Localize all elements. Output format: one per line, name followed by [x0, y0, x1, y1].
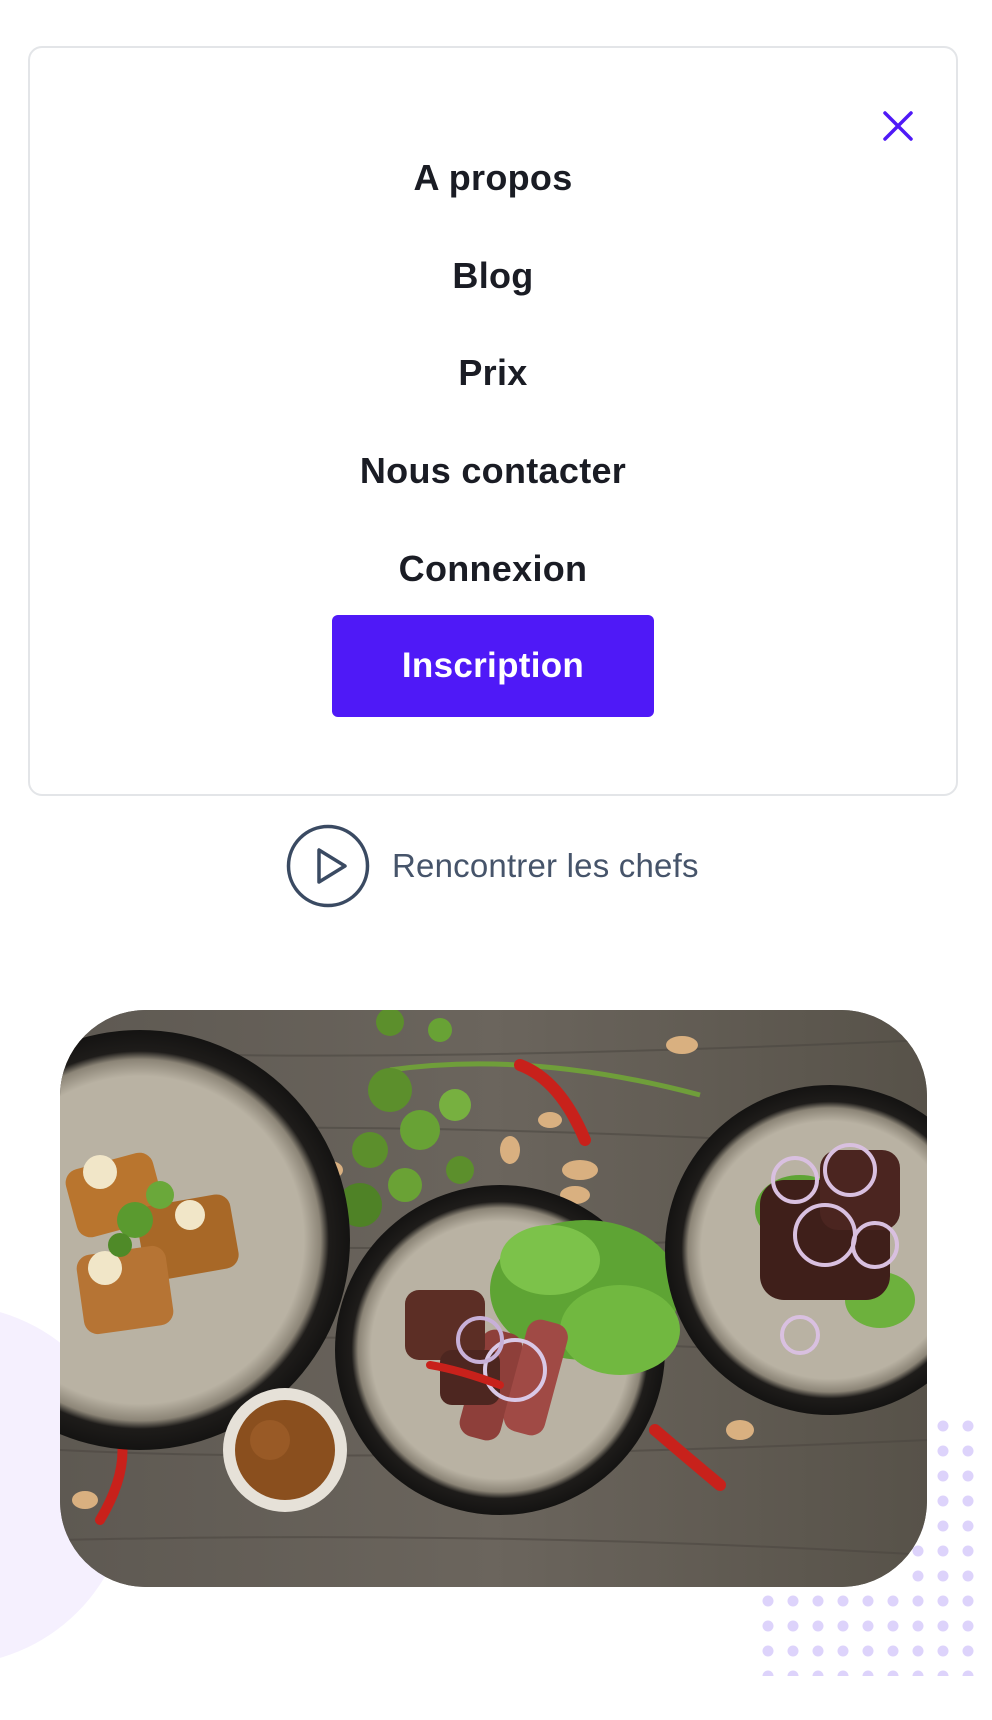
decor-dot — [962, 1420, 974, 1432]
decor-dot — [962, 1470, 974, 1482]
food-illustration — [60, 1010, 927, 1587]
decor-dot — [937, 1470, 949, 1482]
decor-dot — [862, 1645, 874, 1657]
decor-dot — [962, 1620, 974, 1632]
decor-dot — [912, 1570, 924, 1582]
decor-dot — [962, 1670, 974, 1676]
decor-dot — [962, 1645, 974, 1657]
decor-dot — [787, 1595, 799, 1607]
hero-food-image — [60, 1010, 927, 1587]
decor-dot — [837, 1645, 849, 1657]
menu-item-pricing[interactable]: Prix — [30, 351, 956, 395]
decor-dot — [787, 1670, 799, 1676]
meet-chefs-label: Rencontrer les chefs — [392, 847, 699, 884]
meet-chefs-link[interactable]: Rencontrer les chefs — [286, 824, 699, 908]
menu-item-about[interactable]: A propos — [30, 156, 956, 200]
sauce-bowl — [223, 1388, 347, 1512]
decor-dot — [912, 1670, 924, 1676]
decor-dot — [787, 1645, 799, 1657]
decor-dot — [762, 1620, 774, 1632]
decor-dot — [962, 1595, 974, 1607]
mobile-menu: A propos Blog Prix Nous contacter Connex… — [28, 46, 958, 796]
decor-dot — [937, 1670, 949, 1676]
decor-dot — [962, 1495, 974, 1507]
decor-dot — [962, 1520, 974, 1532]
decor-dot — [937, 1495, 949, 1507]
decor-dot — [837, 1595, 849, 1607]
decor-dot — [812, 1620, 824, 1632]
decor-dot — [837, 1620, 849, 1632]
decor-dot — [862, 1620, 874, 1632]
menu-item-blog[interactable]: Blog — [30, 254, 956, 298]
decor-dot — [812, 1595, 824, 1607]
decor-dot — [887, 1670, 899, 1676]
play-circle-icon — [286, 824, 370, 908]
menu-item-contact[interactable]: Nous contacter — [30, 449, 956, 493]
decor-dot — [812, 1670, 824, 1676]
decor-dot — [937, 1420, 949, 1432]
decor-dot — [937, 1595, 949, 1607]
decor-dot — [887, 1620, 899, 1632]
decor-dot — [962, 1445, 974, 1457]
decor-dot — [862, 1670, 874, 1676]
decor-dot — [962, 1545, 974, 1557]
decor-dot — [887, 1645, 899, 1657]
decor-dot — [787, 1620, 799, 1632]
decor-dot — [762, 1595, 774, 1607]
decor-dot — [862, 1595, 874, 1607]
signup-button[interactable]: Inscription — [332, 615, 654, 717]
close-icon — [883, 111, 913, 141]
close-menu-button[interactable] — [876, 104, 920, 148]
decor-dot — [887, 1595, 899, 1607]
decor-dot — [937, 1645, 949, 1657]
decor-dot — [912, 1620, 924, 1632]
menu-item-login[interactable]: Connexion — [30, 547, 956, 591]
decor-dot — [762, 1645, 774, 1657]
decor-dot — [937, 1570, 949, 1582]
page: A propos Blog Prix Nous contacter Connex… — [0, 0, 992, 1720]
decor-dot — [937, 1520, 949, 1532]
decor-dot — [912, 1595, 924, 1607]
decor-dot — [962, 1570, 974, 1582]
decor-dot — [937, 1620, 949, 1632]
decor-dot — [812, 1645, 824, 1657]
decor-dot — [912, 1645, 924, 1657]
decor-dot — [937, 1545, 949, 1557]
decor-dot — [837, 1670, 849, 1676]
decor-dot — [912, 1545, 924, 1557]
decor-dot — [937, 1445, 949, 1457]
decor-dot — [762, 1670, 774, 1676]
